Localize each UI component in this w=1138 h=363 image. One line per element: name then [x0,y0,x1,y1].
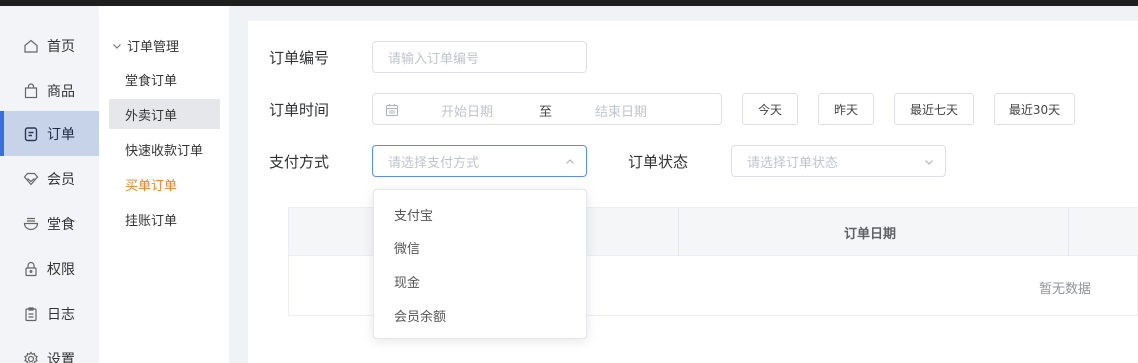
column-divider [678,208,679,256]
sidebar-item-permissions[interactable]: 权限 [0,246,99,291]
sidebar-item-label: 商品 [47,83,75,100]
chevron-up-icon [564,156,576,168]
sidebar-item-home[interactable]: 首页 [0,23,99,68]
end-date-input[interactable]: 结束日期 [595,101,647,120]
order-status-label: 订单状态 [628,153,689,171]
order-status-placeholder: 请选择订单状态 [747,155,839,171]
sidebar-item-label: 首页 [47,38,75,55]
gear-icon [22,350,40,363]
lock-icon [22,260,40,278]
last-30-days-button[interactable]: 最近30天 [994,93,1075,125]
order-status-select[interactable]: 请选择订单状态 [731,145,946,177]
secondary-sidebar: 订单管理 堂食订单 外卖订单 快速收款订单 买单订单 挂账订单 [99,6,229,363]
date-range-picker[interactable]: 开始日期 至 结束日期 [372,93,722,125]
chevron-down-icon [111,40,123,52]
sidebar-item-settings[interactable]: 设置 [0,336,99,363]
primary-sidebar: 首页 商品 订单 会员 堂食 权限 日志 设置 [0,6,99,363]
sidebar-item-label: 会员 [47,171,75,188]
option-label: 微信 [394,241,421,257]
yesterday-button[interactable]: 昨天 [818,93,874,125]
payment-method-label: 支付方式 [269,153,330,171]
option-label: 现金 [394,275,421,291]
subnav-item-credit-orders[interactable]: 挂账订单 [109,204,220,234]
range-separator: 至 [539,105,553,120]
payment-option-wechat[interactable]: 微信 [374,230,586,264]
sidebar-item-logs[interactable]: 日志 [0,291,99,336]
last-7-days-button[interactable]: 最近七天 [894,93,974,125]
filter-card: 订单编号 请输入订单编号 订单时间 开始日期 至 结束日期 今天 昨天 最近七天… [248,21,1138,363]
home-icon [22,37,40,55]
option-label: 会员余额 [394,309,447,325]
active-indicator [0,111,4,156]
diamond-icon [22,170,40,188]
option-label: 支付宝 [394,208,434,224]
subnav-item-label: 外卖订单 [125,108,178,124]
sidebar-item-dine-in[interactable]: 堂食 [0,201,99,246]
subnav-item-label: 快速收款订单 [125,143,204,159]
column-header-order-date: 订单日期 [844,227,897,242]
order-no-input[interactable]: 请输入订单编号 [372,41,587,73]
subnav-item-takeaway-orders[interactable]: 外卖订单 [109,99,220,129]
payment-option-alipay[interactable]: 支付宝 [374,197,586,231]
subnav-item-label: 买单订单 [125,178,178,194]
subnav-group-label: 订单管理 [127,40,180,55]
payment-method-select[interactable]: 请选择支付方式 [372,145,587,177]
sidebar-item-label: 权限 [47,261,75,278]
chevron-down-icon [923,156,935,168]
main-area: 订单编号 请输入订单编号 订单时间 开始日期 至 结束日期 今天 昨天 最近七天… [229,6,1138,363]
order-no-placeholder: 请输入订单编号 [388,51,480,67]
sidebar-item-label: 堂食 [47,216,75,233]
start-date-input[interactable]: 开始日期 [441,101,493,120]
order-icon [22,125,40,143]
payment-method-placeholder: 请选择支付方式 [388,155,480,171]
payment-option-member-balance[interactable]: 会员余额 [374,298,586,332]
payment-option-cash[interactable]: 现金 [374,264,586,298]
column-divider [1068,208,1069,256]
subnav-group-order-management[interactable]: 订单管理 [111,36,179,55]
sidebar-item-orders[interactable]: 订单 [0,111,99,156]
empty-state-text: 暂无数据 [1039,282,1092,297]
sidebar-item-label: 设置 [47,351,75,363]
sidebar-item-members[interactable]: 会员 [0,156,99,201]
sidebar-item-label: 订单 [47,126,75,143]
sidebar-item-label: 日志 [47,306,75,323]
subnav-item-dine-in-orders[interactable]: 堂食订单 [109,64,220,94]
payment-method-dropdown: 支付宝 微信 现金 会员余额 [373,189,587,339]
subnav-item-label: 挂账订单 [125,213,178,229]
clipboard-icon [22,305,40,323]
calendar-icon [385,102,399,117]
subnav-item-label: 堂食订单 [125,73,178,89]
subnav-item-quick-payment-orders[interactable]: 快速收款订单 [109,134,220,164]
today-button[interactable]: 今天 [742,93,798,125]
sidebar-item-products[interactable]: 商品 [0,68,99,113]
bag-icon [22,82,40,100]
bowl-icon [22,215,40,233]
order-no-label: 订单编号 [269,49,330,67]
subnav-item-bill-orders[interactable]: 买单订单 [109,169,220,199]
order-time-label: 订单时间 [269,101,330,119]
